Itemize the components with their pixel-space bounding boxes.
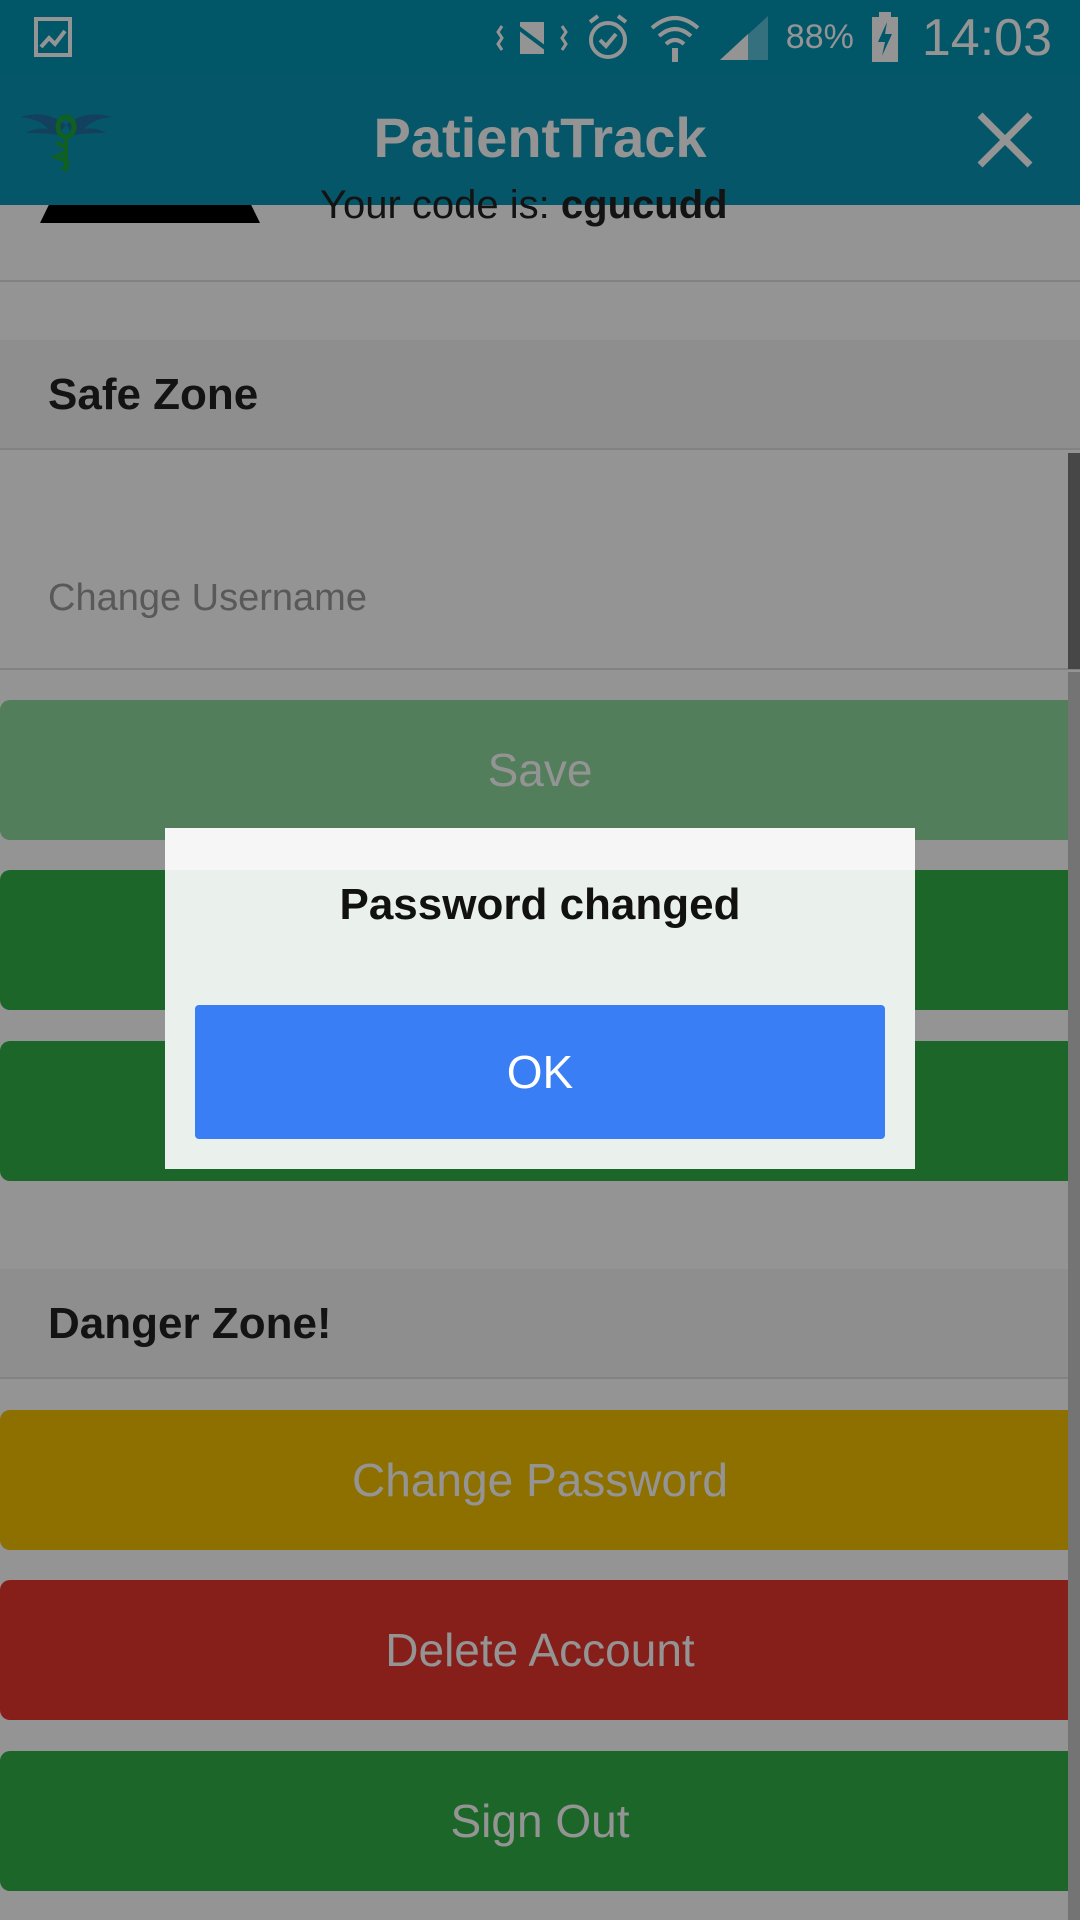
dialog-message: Password changed [339,880,741,929]
dialog-header-strip [165,828,915,870]
ok-button[interactable]: OK [195,1005,885,1139]
alert-dialog: Password changed OK [165,828,915,1169]
